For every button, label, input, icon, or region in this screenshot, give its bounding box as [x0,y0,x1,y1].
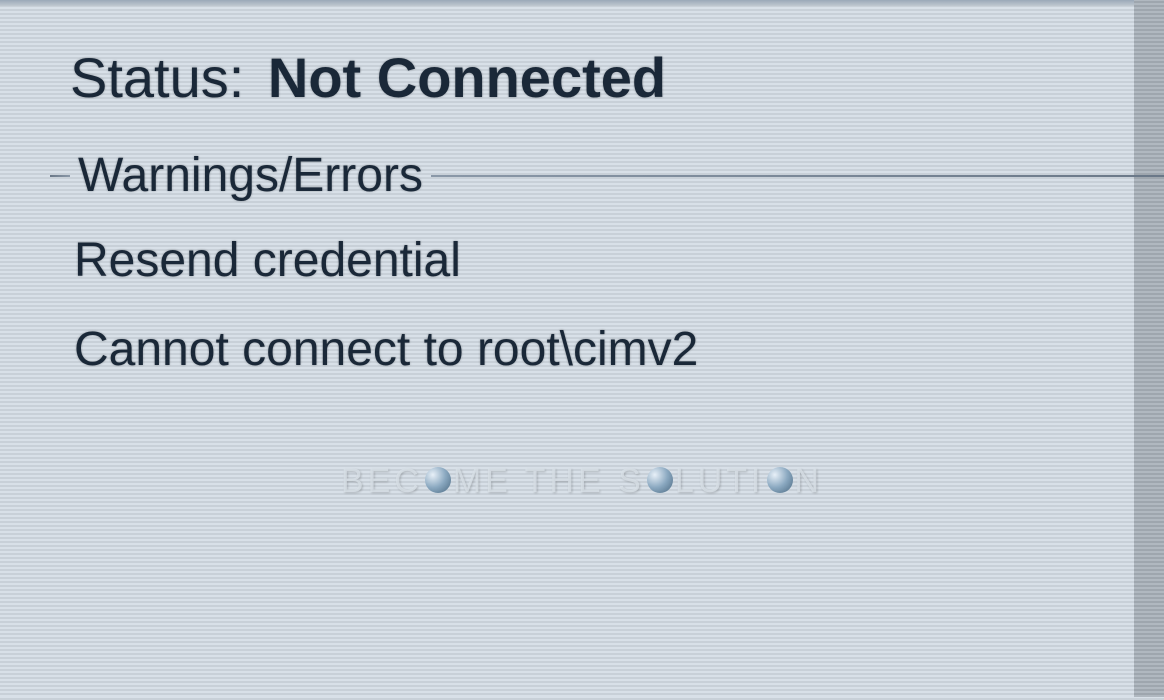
watermark-globe-icon [647,467,673,493]
watermark-text-1: BEC [341,462,423,500]
fieldset-line-right [431,175,1164,177]
watermark-globe-icon [425,467,451,493]
fieldset-line-left [50,175,70,177]
window-right-edge [1134,0,1164,697]
error-message-1: Resend credential [74,233,1164,288]
status-value: Not Connected [268,45,666,110]
watermark-globe-icon [767,467,793,493]
watermark-overlay: BEC ME THE S LUTI N [0,462,1164,501]
warnings-errors-fieldset-header: Warnings/Errors [50,148,1164,203]
window-top-border [0,0,1164,6]
status-line: Status: Not Connected [70,45,1164,110]
warnings-errors-title: Warnings/Errors [70,148,431,203]
watermark-text-3: LUTI [675,462,765,500]
error-message-2: Cannot connect to root\cimv2 [74,322,1164,377]
watermark-text-4: N [795,462,824,500]
status-label: Status: [70,45,244,110]
watermark-text-2: ME THE S [453,462,645,500]
